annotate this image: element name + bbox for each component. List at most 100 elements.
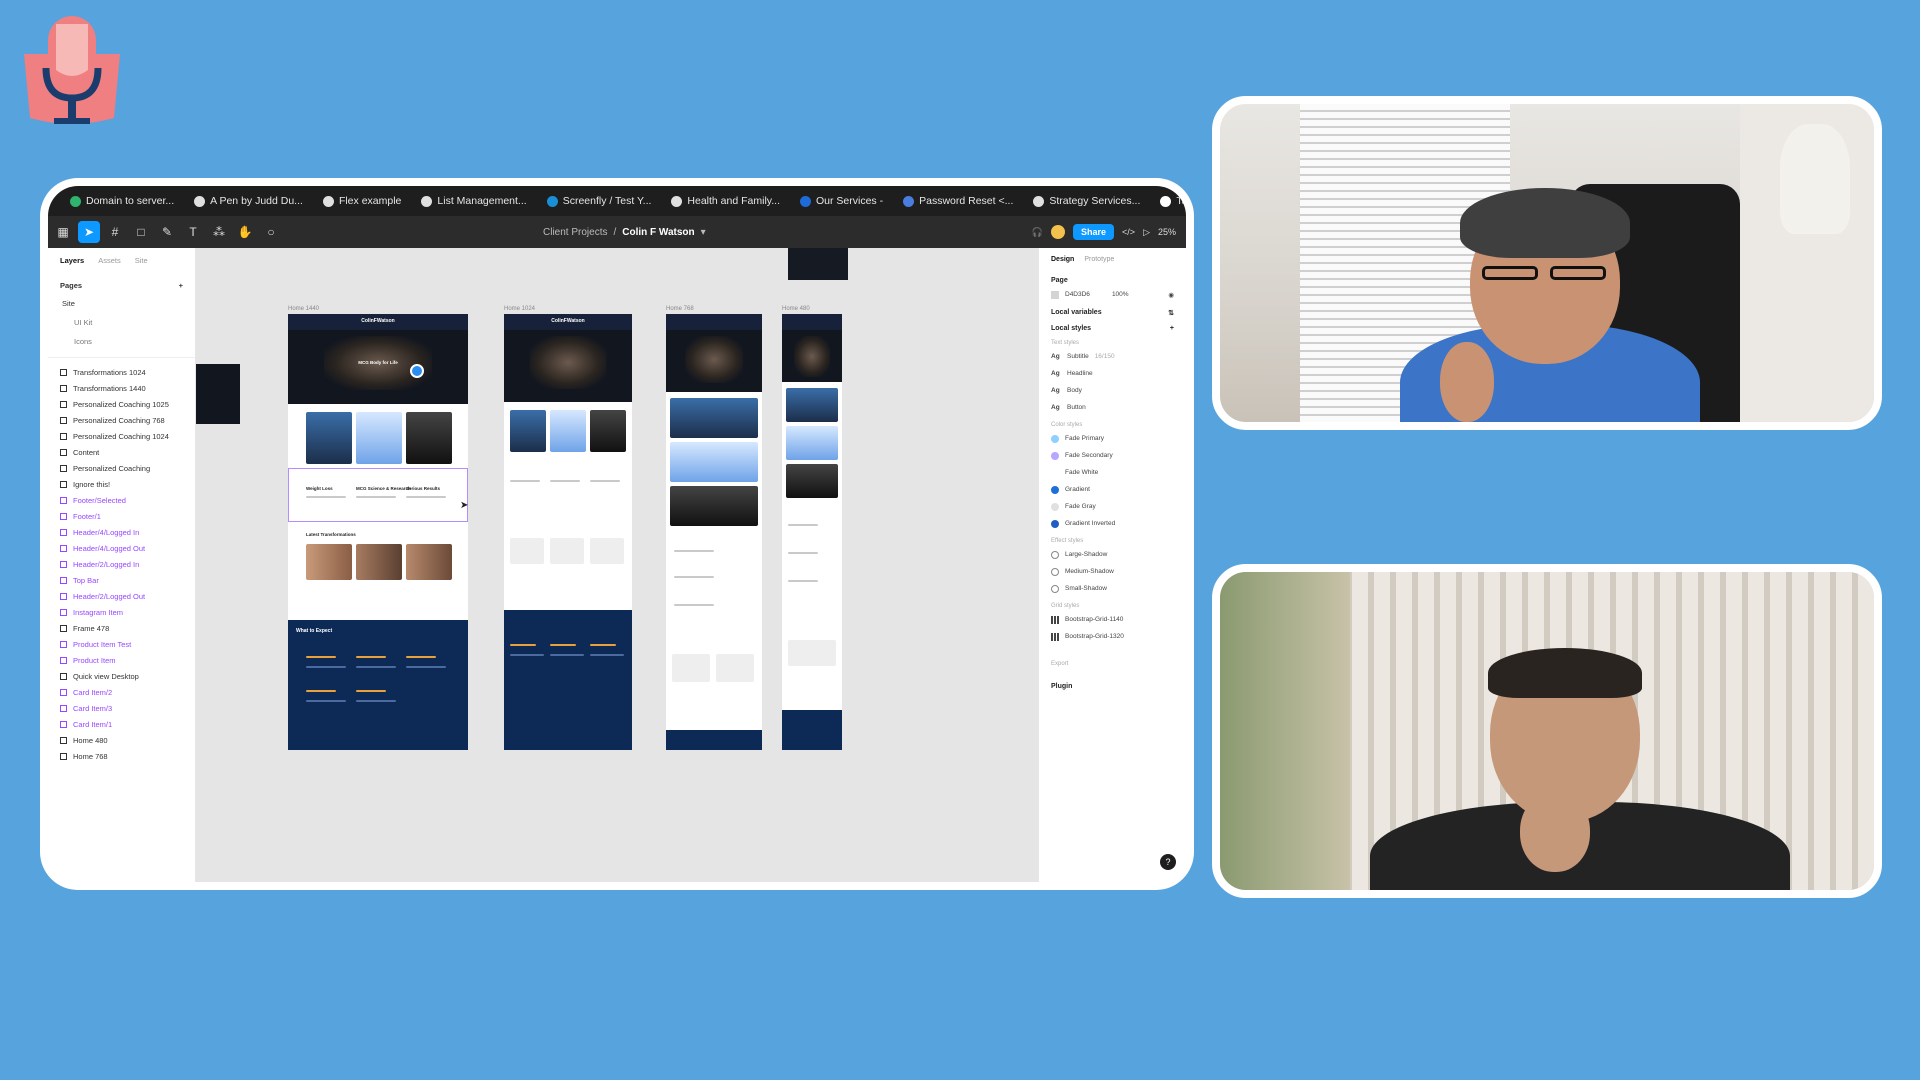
page-fill-value[interactable]: D4D3D6 [1065, 291, 1090, 298]
layer-item[interactable]: Personalized Coaching [48, 460, 195, 476]
layer-item[interactable]: Content [48, 444, 195, 460]
plugin-label-text[interactable]: Plugin [1051, 683, 1072, 690]
export-label[interactable]: Export [1039, 655, 1186, 669]
layer-item[interactable]: Header/2/Logged In [48, 556, 195, 572]
page-fill-row[interactable]: D4D3D6 100% ◉ [1039, 286, 1186, 303]
chevron-down-icon[interactable]: ▾ [701, 227, 706, 238]
browser-tab[interactable]: Flex example [313, 186, 411, 216]
browser-tab[interactable]: Domain to server... [60, 186, 184, 216]
page-opacity-value[interactable]: 100% [1112, 291, 1129, 298]
layer-item[interactable]: Card Item/1 [48, 716, 195, 732]
layer-item[interactable]: Footer/1 [48, 508, 195, 524]
user-avatar[interactable] [1051, 225, 1066, 239]
layer-item[interactable]: Header/2/Logged Out [48, 588, 195, 604]
hand-tool-icon[interactable]: ✋ [234, 221, 256, 243]
browser-tab[interactable]: A Pen by Judd Du... [184, 186, 313, 216]
present-button[interactable]: ▷ [1143, 227, 1150, 238]
zoom-level[interactable]: 25% [1158, 227, 1176, 237]
help-button[interactable]: ? [1160, 854, 1176, 870]
layer-item[interactable]: Top Bar [48, 572, 195, 588]
comment-tool-icon[interactable]: ○ [260, 221, 282, 243]
effect-style-item[interactable]: Large-Shadow [1039, 546, 1186, 563]
layer-item[interactable]: Personalized Coaching 1024 [48, 428, 195, 444]
local-variables-label[interactable]: Local variables [1051, 309, 1102, 317]
frame-label[interactable]: Home 1440 [288, 306, 319, 312]
plugin-label[interactable]: Plugin [1039, 677, 1186, 692]
text-style-item[interactable]: Ag Subtitle 16/150 [1039, 348, 1186, 365]
browser-tab[interactable]: Screenfly / Test Y... [537, 186, 662, 216]
effect-style-item[interactable]: Medium-Shadow [1039, 563, 1186, 580]
fill-swatch[interactable] [1051, 290, 1059, 299]
color-style-item[interactable]: Fade Secondary [1039, 447, 1186, 464]
text-style-item[interactable]: Ag Button [1039, 399, 1186, 416]
layer-item[interactable]: Card Item/2 [48, 684, 195, 700]
local-variables-header[interactable]: Local variables ⇅ [1039, 303, 1186, 319]
headphones-icon[interactable]: 🎧 [1032, 227, 1043, 238]
browser-tab[interactable]: Strategy Services... [1023, 186, 1150, 216]
color-style-item[interactable]: Fade White [1039, 464, 1186, 481]
layer-item[interactable]: Transformations 1440 [48, 380, 195, 396]
layer-item[interactable]: Header/4/Logged Out [48, 540, 195, 556]
selection-box[interactable] [288, 468, 468, 522]
effect-style-item[interactable]: Small-Shadow [1039, 580, 1186, 597]
page-item[interactable]: Icons [48, 332, 195, 351]
page-item[interactable]: Site [48, 294, 195, 313]
variables-icon[interactable]: ⇅ [1168, 309, 1174, 317]
tab-prototype[interactable]: Prototype [1084, 256, 1114, 263]
color-style-item[interactable]: Fade Gray [1039, 498, 1186, 515]
grid-style-item[interactable]: Bootstrap-Grid-1140 [1039, 611, 1186, 628]
layer-item[interactable]: Home 480 [48, 732, 195, 748]
share-button[interactable]: Share [1073, 224, 1115, 240]
add-page-icon[interactable]: + [179, 281, 183, 290]
layer-item[interactable]: Product Item Test [48, 636, 195, 652]
tab-site[interactable]: Site [135, 256, 148, 265]
frame-label[interactable]: Home 1024 [504, 306, 535, 312]
eye-icon[interactable]: ◉ [1168, 291, 1174, 299]
color-style-item[interactable]: Fade Primary [1039, 430, 1186, 447]
tab-layers[interactable]: Layers [60, 256, 84, 265]
layer-item[interactable]: Product Item [48, 652, 195, 668]
layer-item[interactable]: Header/4/Logged In [48, 524, 195, 540]
file-name[interactable]: Colin F Watson [622, 227, 694, 238]
layer-item[interactable]: Ignore this! [48, 476, 195, 492]
layer-item[interactable]: Frame 478 [48, 620, 195, 636]
layer-item[interactable]: Instagram Item [48, 604, 195, 620]
frame-home-480[interactable] [782, 314, 842, 750]
layer-item[interactable]: Personalized Coaching 768 [48, 412, 195, 428]
browser-tab[interactable]: Health and Family... [661, 186, 790, 216]
browser-tab[interactable]: Talking About Fas... [1150, 186, 1186, 216]
layer-item[interactable]: Transformations 1024 [48, 364, 195, 380]
resources-icon[interactable]: ⁂ [208, 221, 230, 243]
frame-home-1024[interactable]: ColinFWatson [504, 314, 632, 750]
project-name[interactable]: Client Projects [543, 227, 607, 238]
tab-assets[interactable]: Assets [98, 256, 121, 265]
color-style-item[interactable]: Gradient [1039, 481, 1186, 498]
grid-style-item[interactable]: Bootstrap-Grid-1320 [1039, 628, 1186, 645]
layer-item[interactable]: Footer/Selected [48, 492, 195, 508]
add-style-icon[interactable]: + [1170, 325, 1174, 332]
page-item[interactable]: UI Kit [48, 313, 195, 332]
design-canvas[interactable]: Home 1440 ColinFWatson MCG Body for Life… [196, 248, 1038, 882]
offscreen-frame[interactable] [196, 364, 240, 424]
move-tool-icon[interactable]: ➤ [78, 221, 100, 243]
quick-view-frame[interactable] [788, 248, 848, 280]
text-style-item[interactable]: Ag Headline [1039, 365, 1186, 382]
text-tool-icon[interactable]: T [182, 221, 204, 243]
browser-tab[interactable]: Our Services - [790, 186, 893, 216]
layer-item[interactable]: Card Item/3 [48, 700, 195, 716]
layer-item[interactable]: Quick view Desktop [48, 668, 195, 684]
frame-home-768[interactable] [666, 314, 762, 750]
figma-menu-icon[interactable]: ▦ [52, 221, 74, 243]
layer-item[interactable]: Home 768 [48, 748, 195, 764]
layer-item[interactable]: Personalized Coaching 1025 [48, 396, 195, 412]
color-style-item[interactable]: Gradient Inverted [1039, 515, 1186, 532]
browser-tab[interactable]: List Management... [411, 186, 536, 216]
dev-mode-toggle[interactable]: </> [1122, 227, 1135, 237]
frame-home-1440[interactable]: ColinFWatson MCG Body for Life Weight Lo… [288, 314, 468, 750]
shape-tool-icon[interactable]: □ [130, 221, 152, 243]
frame-tool-icon[interactable]: # [104, 221, 126, 243]
browser-tab[interactable]: Password Reset <... [893, 186, 1023, 216]
text-style-item[interactable]: Ag Body [1039, 382, 1186, 399]
frame-label[interactable]: Home 480 [782, 306, 810, 312]
frame-label[interactable]: Home 768 [666, 306, 694, 312]
